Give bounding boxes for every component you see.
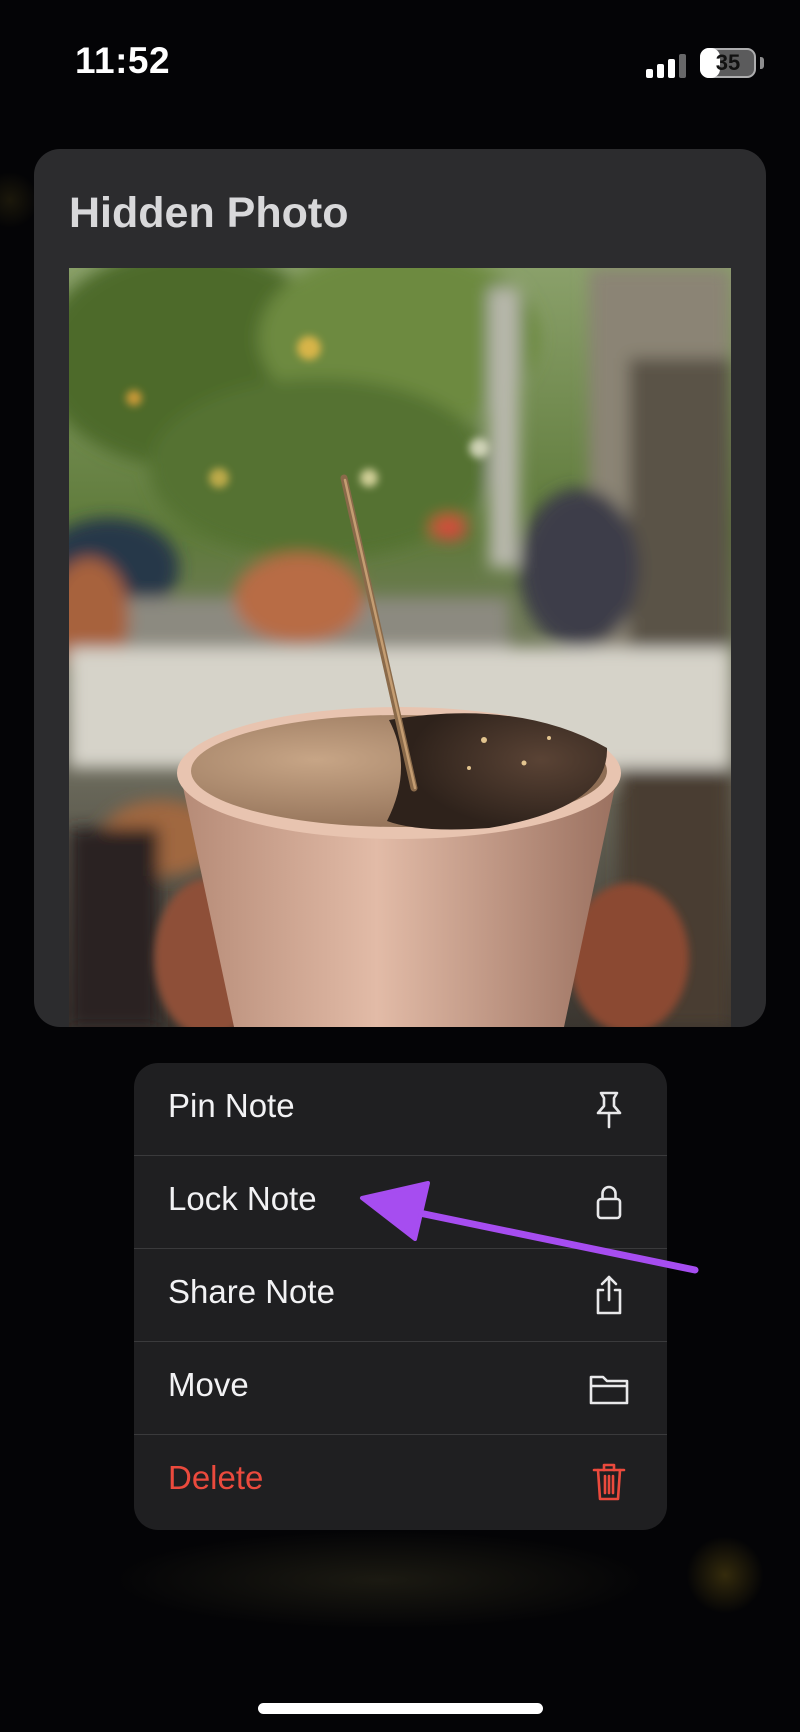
pin-icon xyxy=(596,1091,622,1129)
status-bar: 11:52 35 xyxy=(0,0,800,120)
menu-item-label: Delete xyxy=(168,1459,264,1496)
menu-item-pin-note[interactable]: Pin Note xyxy=(134,1063,667,1156)
lock-icon xyxy=(596,1185,622,1220)
menu-item-label: Share Note xyxy=(168,1273,335,1310)
cellular-signal-icon xyxy=(646,52,690,78)
folder-icon xyxy=(589,1375,629,1405)
menu-item-delete[interactable]: Delete xyxy=(134,1435,667,1528)
battery-percent: 35 xyxy=(715,50,741,75)
context-menu: Pin Note Lock Note Share Note Move Delet… xyxy=(134,1063,667,1530)
menu-item-lock-note[interactable]: Lock Note xyxy=(134,1156,667,1249)
share-icon xyxy=(596,1275,622,1315)
menu-item-label: Move xyxy=(168,1366,249,1403)
note-photo xyxy=(69,268,731,1027)
home-indicator[interactable] xyxy=(258,1703,543,1714)
menu-item-label: Pin Note xyxy=(168,1087,295,1124)
menu-item-label: Lock Note xyxy=(168,1180,317,1217)
battery-cap xyxy=(760,57,764,69)
clock: 11:52 xyxy=(75,40,171,81)
menu-item-move[interactable]: Move xyxy=(134,1342,667,1435)
note-preview-card[interactable]: Hidden Photo xyxy=(34,149,766,1027)
menu-item-share-note[interactable]: Share Note xyxy=(134,1249,667,1342)
note-title: Hidden Photo xyxy=(69,189,349,237)
battery-icon: 35 xyxy=(700,48,756,78)
trash-icon xyxy=(592,1463,626,1501)
